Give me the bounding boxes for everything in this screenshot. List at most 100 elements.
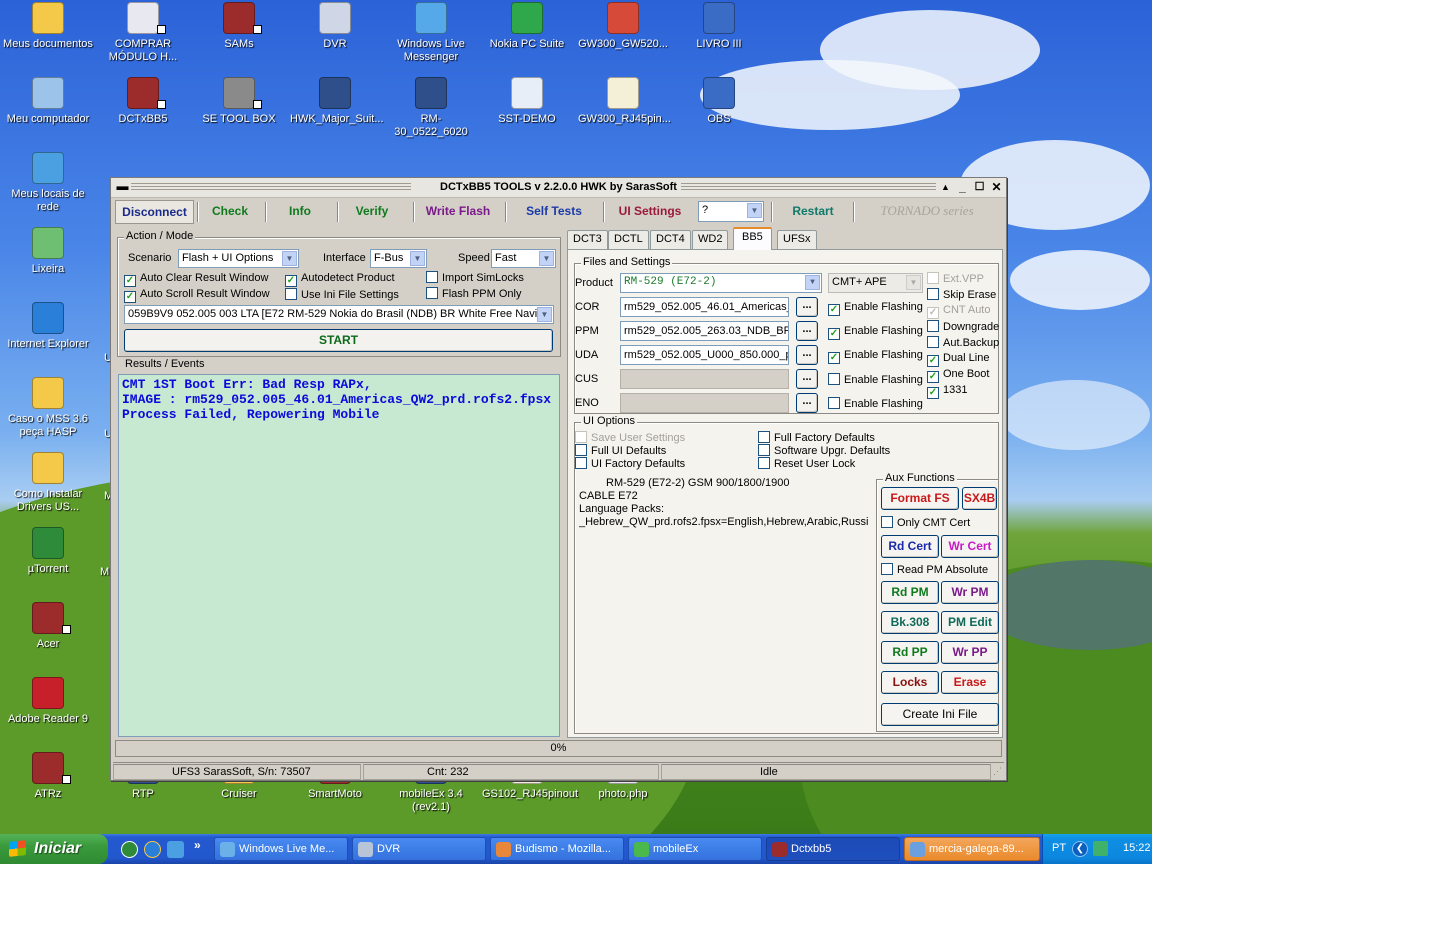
import-simlocks-checkbox[interactable]: Import SimLocks (426, 271, 524, 285)
file-path-uda[interactable]: rm529_052.005_U000_850.000_p (620, 345, 789, 365)
checkbox-box[interactable]: ✓ (927, 371, 939, 383)
enable-flashing-uda-checkbox[interactable]: ✓ Enable Flashing (828, 349, 923, 364)
results-log[interactable]: CMT 1ST Boot Err: Bad Resp RAPx, IMAGE : … (118, 374, 560, 737)
checkbox-box[interactable] (881, 563, 893, 575)
ui-settings-button[interactable]: UI Settings (611, 200, 689, 224)
desktop-icon[interactable]: COMPRAR MÓDULO H... (98, 2, 188, 64)
rd-cert-button[interactable]: Rd Cert (881, 535, 939, 558)
chevron-down-icon[interactable]: ▼ (747, 203, 762, 218)
desktop-icon[interactable]: ATRz (3, 752, 93, 801)
1331-checkbox[interactable]: ✓ 1331 (927, 384, 967, 399)
flash-ppm-only-checkbox[interactable]: Flash PPM Only (426, 287, 521, 301)
downgrade-checkbox[interactable]: Downgrade (927, 320, 999, 334)
desktop-icon[interactable]: Caso o MSS 3.6 peça HASP (3, 377, 93, 439)
resize-grip-icon[interactable]: ⋰ (993, 766, 1002, 777)
browse-button-cor[interactable]: ... (796, 297, 818, 317)
checkbox-box[interactable]: ✓ (927, 355, 939, 367)
aut-backup-checkbox[interactable]: Aut.Backup (927, 336, 999, 350)
desktop-icon[interactable]: DVR (290, 2, 380, 51)
ie-quicklaunch-icon[interactable] (144, 841, 161, 858)
dual-line-checkbox[interactable]: ✓ Dual Line (927, 352, 989, 367)
erase-button[interactable]: Erase (941, 671, 999, 694)
tab-dct3[interactable]: DCT3 (567, 230, 608, 249)
checkbox-box[interactable] (758, 444, 770, 456)
tab-dctl[interactable]: DCTL (608, 230, 649, 249)
full-ui-defaults-checkbox[interactable]: Full UI Defaults (575, 444, 666, 458)
taskbar-button[interactable]: mercia-galega-89... (904, 837, 1040, 861)
desktop-icon[interactable]: SE TOOL BOX (194, 77, 284, 126)
checkbox-box[interactable] (575, 444, 587, 456)
browse-button-ppm[interactable]: ... (796, 321, 818, 341)
file-path-ppm[interactable]: rm529_052.005_263.03_NDB_BR (620, 321, 789, 341)
interface-select[interactable]: F-Bus ▼ (370, 249, 427, 268)
skip-erase-checkbox[interactable]: Skip Erase (927, 288, 996, 302)
auto-scroll-checkbox[interactable]: ✓ Auto Scroll Result Window (124, 288, 270, 303)
checkbox-box[interactable]: ✓ (124, 275, 136, 287)
desktop-icon[interactable]: Meus locais de rede (3, 152, 93, 214)
desktop-icon[interactable]: LIVRO III (674, 2, 764, 51)
tray-expand-icon[interactable]: ❮ (1072, 841, 1088, 857)
desktop-icon[interactable]: SST-DEMO (482, 77, 572, 126)
help-select[interactable]: ? ▼ (698, 201, 764, 222)
checkbox-box[interactable] (881, 516, 893, 528)
checkbox-box[interactable]: ✓ (927, 387, 939, 399)
rd-pm-button[interactable]: Rd PM (881, 581, 939, 604)
desktop-icon[interactable]: Lixeira (3, 227, 93, 276)
checkbox-box[interactable] (828, 373, 840, 385)
file-path-eno[interactable] (620, 393, 789, 413)
enable-flashing-eno-checkbox[interactable]: Enable Flashing (828, 397, 923, 411)
taskbar-button[interactable]: DVR (352, 837, 486, 861)
checkbox-box[interactable] (927, 320, 939, 332)
wr-cert-button[interactable]: Wr Cert (941, 535, 999, 558)
locks-button[interactable]: Locks (881, 671, 939, 694)
title-bar[interactable]: ▬ DCTxBB5 TOOLS v 2.2.0.0 HWK by SarasSo… (111, 178, 1006, 198)
enable-flashing-cor-checkbox[interactable]: ✓ Enable Flashing (828, 301, 923, 316)
wr-pp-button[interactable]: Wr PP (941, 641, 999, 664)
chevron-down-icon[interactable]: ▼ (410, 251, 425, 266)
taskbar-button[interactable]: mobileEx (628, 837, 762, 861)
checkbox-box[interactable] (927, 336, 939, 348)
desktop-icon[interactable]: GW300_GW520... (578, 2, 668, 51)
chevron-down-icon[interactable]: ▼ (805, 275, 820, 290)
start-button[interactable]: Iniciar (0, 834, 108, 864)
file-path-cus[interactable] (620, 369, 789, 389)
speed-select[interactable]: Fast ▼ (491, 249, 556, 268)
pm-edit-button[interactable]: PM Edit (941, 611, 999, 634)
checkbox-box[interactable]: ✓ (285, 275, 297, 287)
scenario-select[interactable]: Flash + UI Options ▼ (178, 249, 299, 268)
taskbar-button[interactable]: Dctxbb5 (766, 837, 900, 861)
tab-ufsx[interactable]: UFSx (777, 230, 817, 249)
autodetect-product-checkbox[interactable]: ✓ Autodetect Product (285, 272, 395, 287)
chevron-down-icon[interactable]: ▼ (537, 307, 552, 322)
desktop-icon[interactable]: SAMs (194, 2, 284, 51)
rollup-icon[interactable]: ▲ (938, 180, 953, 195)
rd-pp-button[interactable]: Rd PP (881, 641, 939, 664)
desktop-icon[interactable]: RM-30_0522_6020 (386, 77, 476, 139)
desktop-icon[interactable]: Internet Explorer (3, 302, 93, 351)
tab-bb5[interactable]: BB5 (733, 227, 772, 250)
only-cmt-cert-checkbox[interactable]: Only CMT Cert (881, 516, 970, 530)
desktop-icon[interactable]: Windows Live Messenger (386, 2, 476, 64)
checkbox-box[interactable] (758, 431, 770, 443)
disconnect-button[interactable]: Disconnect (115, 200, 194, 224)
desktop-icon[interactable]: GW300_RJ45pin... (578, 77, 671, 126)
ui-factory-defaults-checkbox[interactable]: UI Factory Defaults (575, 457, 685, 471)
format-fs-button[interactable]: Format FS (881, 487, 959, 510)
browse-button-cus[interactable]: ... (796, 369, 818, 389)
chevron-down-icon[interactable]: ▼ (282, 251, 297, 266)
desktop-icon[interactable]: Acer (3, 602, 93, 651)
one-boot-checkbox[interactable]: ✓ One Boot (927, 368, 989, 383)
tab-wd2[interactable]: WD2 (692, 230, 729, 249)
wr-pm-button[interactable]: Wr PM (941, 581, 999, 604)
self-tests-button[interactable]: Self Tests (515, 200, 593, 224)
file-path-cor[interactable]: rm529_052.005_46.01_Americas_ (620, 297, 789, 317)
chevron-down-icon[interactable]: ▼ (539, 251, 554, 266)
auto-clear-checkbox[interactable]: ✓ Auto Clear Result Window (124, 272, 268, 287)
create-ini-file-button[interactable]: Create Ini File (881, 703, 999, 726)
desktop-quicklaunch-icon[interactable] (167, 841, 184, 858)
network-icon[interactable] (1093, 841, 1108, 856)
checkbox-box[interactable]: ✓ (124, 291, 136, 303)
maximize-button[interactable]: ☐ (972, 180, 987, 195)
language-indicator[interactable]: PT (1052, 842, 1066, 854)
checkbox-box[interactable] (285, 288, 297, 300)
